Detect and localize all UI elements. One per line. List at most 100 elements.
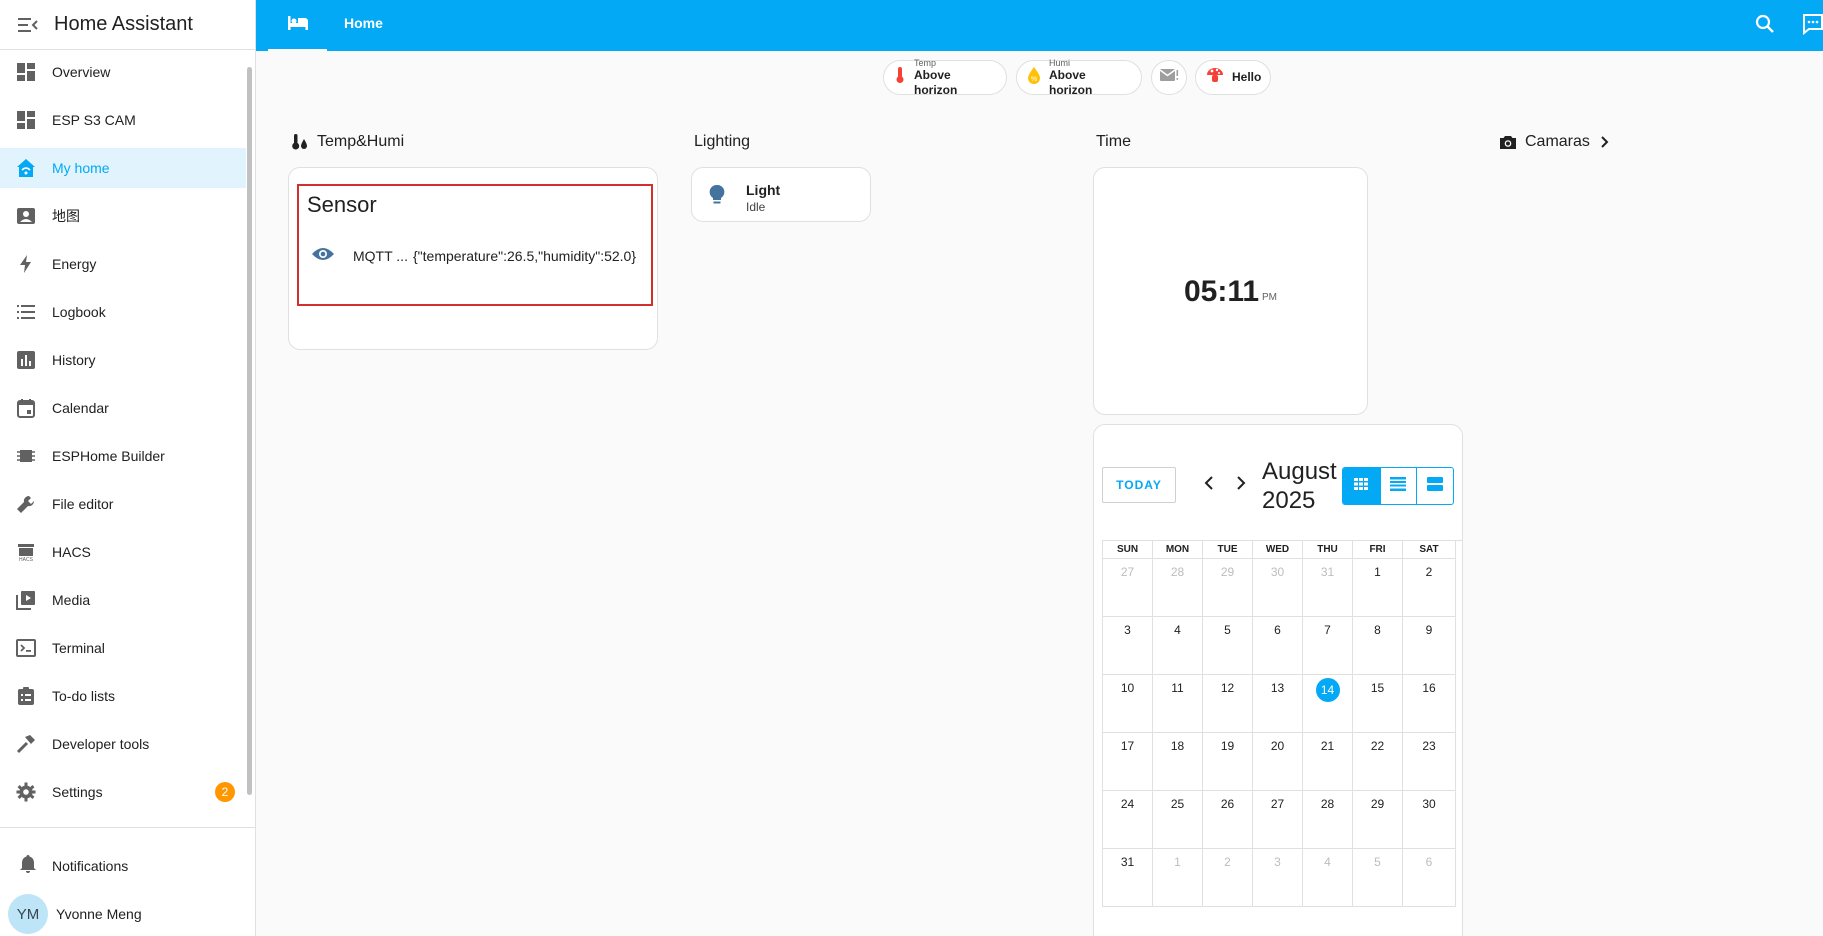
water-percent-icon: % — [1027, 66, 1041, 89]
calendar-grid: SUN MON TUE WED THU FRI SAT 27 28 29 30 31 1 2 3 4 5 6 7 8… — [1102, 540, 1463, 907]
calendar-day-number: 30 — [1270, 565, 1285, 579]
sidebar-item-my-home[interactable]: My home — [0, 148, 246, 188]
sidebar-item-media[interactable]: Media — [0, 580, 246, 620]
sensor-entity-row[interactable]: MQTT ... {"temperature":26.5,"humidity":… — [311, 246, 636, 265]
calendar-day[interactable]: 5 — [1203, 617, 1253, 675]
chevron-right-icon[interactable] — [1236, 475, 1246, 496]
sidebar-item-label: To-do lists — [52, 688, 116, 704]
calendar-day[interactable]: 29 — [1203, 559, 1253, 617]
menu-collapse-icon[interactable] — [16, 13, 40, 37]
entity-name: MQTT ... — [353, 247, 408, 264]
calendar-day[interactable]: 30 — [1403, 791, 1456, 849]
view-list-button[interactable] — [1379, 468, 1417, 504]
bed-icon — [287, 15, 309, 36]
calendar-day[interactable]: 17 — [1103, 733, 1153, 791]
sidebar-item-label: HACS — [52, 544, 91, 560]
calendar-day[interactable]: 26 — [1203, 791, 1253, 849]
calendar-day[interactable]: 29 — [1353, 791, 1403, 849]
calendar-day[interactable]: 1 — [1353, 559, 1403, 617]
badge-humi[interactable]: % Humi Above horizon — [1016, 58, 1142, 97]
notifications-button[interactable]: Notifications — [0, 846, 255, 886]
calendar-day[interactable]: 3 — [1103, 617, 1153, 675]
calendar-day[interactable]: 3 — [1253, 849, 1303, 907]
calendar-day[interactable]: 6 — [1253, 617, 1303, 675]
chevron-left-icon[interactable] — [1204, 475, 1214, 496]
calendar-day[interactable]: 31 — [1303, 559, 1353, 617]
section-cameras-heading[interactable]: Camaras — [1499, 133, 1610, 151]
badge-mail[interactable] — [1151, 60, 1187, 95]
calendar-day[interactable]: 2 — [1403, 559, 1456, 617]
calendar-day[interactable]: 12 — [1203, 675, 1253, 733]
sidebar-item-logbook[interactable]: Logbook — [0, 292, 246, 332]
sidebar-item-developer-tools[interactable]: Developer tools — [0, 724, 246, 764]
sidebar-item-map[interactable]: 地图 — [0, 196, 246, 236]
sidebar-item-energy[interactable]: Energy — [0, 244, 246, 284]
light-state: Idle — [746, 200, 766, 214]
badge-temp[interactable]: Temp Above horizon — [883, 57, 1007, 97]
badge-hello[interactable]: Hello — [1195, 60, 1271, 95]
calendar-day[interactable]: 18 — [1153, 733, 1203, 791]
calendar-day[interactable]: 2 — [1203, 849, 1253, 907]
sidebar-item-esphome-builder[interactable]: ESPHome Builder — [0, 436, 246, 476]
view-day-button[interactable] — [1416, 468, 1453, 504]
calendar-day-number: 12 — [1220, 681, 1235, 695]
calendar-day[interactable]: 23 — [1403, 733, 1456, 791]
calendar-day[interactable]: 20 — [1253, 733, 1303, 791]
calendar-day[interactable]: 8 — [1353, 617, 1403, 675]
calendar-day-number: 29 — [1370, 797, 1385, 811]
calendar-day[interactable]: 27 — [1103, 559, 1153, 617]
calendar-day[interactable]: 11 — [1153, 675, 1203, 733]
calendar-day[interactable]: 25 — [1153, 791, 1203, 849]
calendar-day[interactable]: 27 — [1253, 791, 1303, 849]
calendar-day[interactable]: 31 — [1103, 849, 1153, 907]
weekday-header: THU — [1303, 541, 1353, 559]
view-month-button[interactable] — [1343, 468, 1380, 504]
sidebar-item-settings[interactable]: Settings 2 — [0, 772, 246, 812]
calendar-day-number: 24 — [1120, 797, 1135, 811]
calendar-day[interactable]: 1 — [1153, 849, 1203, 907]
calendar-day[interactable]: 7 — [1303, 617, 1353, 675]
light-tile-card[interactable]: Light Idle — [691, 167, 871, 222]
calendar-day[interactable]: 5 — [1353, 849, 1403, 907]
calendar-day[interactable]: 28 — [1153, 559, 1203, 617]
tab-bed-view[interactable] — [268, 0, 327, 51]
calendar-day[interactable]: 28 — [1303, 791, 1353, 849]
calendar-day[interactable]: 9 — [1403, 617, 1456, 675]
section-time-heading: Time — [1096, 133, 1131, 151]
sidebar-item-calendar[interactable]: Calendar — [0, 388, 246, 428]
calendar-day[interactable]: 21 — [1303, 733, 1353, 791]
calendar-day[interactable]: 22 — [1353, 733, 1403, 791]
user-profile[interactable]: YM Yvonne Meng — [8, 894, 142, 934]
sidebar-item-hacs[interactable]: HACS HACS — [0, 532, 246, 572]
calendar-day[interactable]: 16 — [1403, 675, 1456, 733]
sidebar-item-esp-s3-cam[interactable]: ESP S3 CAM — [0, 100, 246, 140]
calendar-day-number: 1 — [1374, 565, 1381, 579]
calendar-view-switcher — [1342, 467, 1454, 505]
tab-home[interactable]: Home — [344, 15, 383, 31]
calendar-day[interactable]: 15 — [1353, 675, 1403, 733]
sidebar-item-file-editor[interactable]: File editor — [0, 484, 246, 524]
home-wifi-icon — [14, 156, 38, 180]
calendar-day[interactable]: 13 — [1253, 675, 1303, 733]
calendar-day[interactable]: 30 — [1253, 559, 1303, 617]
calendar-day[interactable]: 4 — [1303, 849, 1353, 907]
badge-label: Temp — [914, 57, 937, 68]
sidebar-item-label: 地图 — [52, 208, 80, 224]
calendar-day[interactable]: 6 — [1403, 849, 1456, 907]
sidebar-item-overview[interactable]: Overview — [0, 52, 246, 92]
sidebar-scrollbar[interactable] — [246, 55, 252, 805]
calendar-day[interactable]: 10 — [1103, 675, 1153, 733]
sidebar-item-terminal[interactable]: Terminal — [0, 628, 246, 668]
sidebar-item-todo-lists[interactable]: To-do lists — [0, 676, 246, 716]
calendar-day[interactable]: 19 — [1203, 733, 1253, 791]
section-title: Time — [1096, 133, 1131, 150]
sidebar-item-history[interactable]: History — [0, 340, 246, 380]
calendar-day[interactable]: 24 — [1103, 791, 1153, 849]
assist-icon[interactable] — [1801, 12, 1823, 41]
play-box-multiple-icon — [14, 588, 38, 612]
search-icon[interactable] — [1753, 12, 1777, 41]
scrollbar-thumb[interactable] — [247, 67, 252, 795]
today-button[interactable]: TODAY — [1102, 467, 1176, 503]
calendar-day[interactable]: 4 — [1153, 617, 1203, 675]
calendar-day-today[interactable]: 14 — [1303, 675, 1353, 733]
